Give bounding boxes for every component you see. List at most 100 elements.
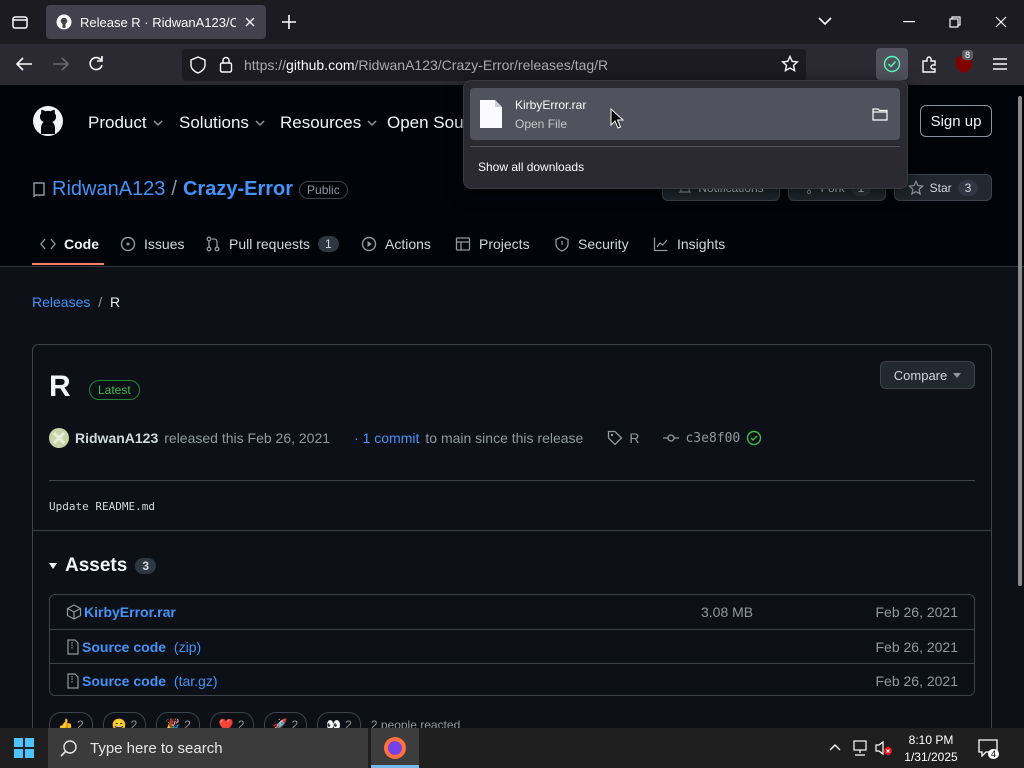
list-all-tabs-icon[interactable] bbox=[818, 16, 832, 26]
asset-date: Feb 26, 2021 bbox=[875, 604, 958, 620]
assets-toggle[interactable]: Assets 3 bbox=[49, 555, 157, 577]
pull-request-icon bbox=[205, 236, 221, 252]
close-window-icon[interactable] bbox=[995, 16, 1007, 28]
commit-sha[interactable]: c3e8f00 bbox=[685, 431, 740, 446]
minimize-icon[interactable] bbox=[903, 21, 915, 23]
code-icon bbox=[40, 238, 56, 250]
releases-link[interactable]: Releases bbox=[32, 294, 90, 310]
page-scrollbar[interactable] bbox=[1018, 96, 1022, 586]
tab-issues[interactable]: Issues bbox=[120, 236, 184, 252]
release-meta: RidwanA123 released this Feb 26, 2021 · … bbox=[49, 428, 762, 448]
commits-link[interactable]: · 1 commit bbox=[354, 430, 419, 446]
chevron-up-icon[interactable] bbox=[829, 743, 841, 751]
taskbar-search[interactable]: Type here to search bbox=[48, 728, 368, 768]
repo-title: RidwanA123 / Crazy-Error Public bbox=[32, 178, 348, 201]
release-author[interactable]: RidwanA123 bbox=[75, 430, 158, 446]
download-item[interactable] bbox=[470, 88, 900, 140]
released-text: released this Feb 26, 2021 bbox=[164, 430, 331, 446]
breadcrumb-current: R bbox=[110, 294, 121, 310]
forward-icon[interactable] bbox=[52, 56, 70, 72]
taskbar-firefox[interactable] bbox=[371, 728, 419, 768]
star-button[interactable]: Star 3 bbox=[894, 174, 992, 201]
assets-count: 3 bbox=[135, 558, 157, 574]
release-notes: Update README.md bbox=[49, 500, 155, 513]
sign-up-button[interactable]: Sign up bbox=[920, 105, 992, 137]
tab-security[interactable]: Security bbox=[554, 236, 629, 252]
close-tab-icon[interactable] bbox=[244, 16, 256, 28]
nav-solutions[interactable]: Solutions bbox=[179, 113, 265, 133]
new-tab-icon[interactable] bbox=[281, 14, 297, 30]
restore-icon[interactable] bbox=[949, 16, 961, 28]
divider bbox=[49, 480, 975, 481]
menu-hamburger-icon[interactable] bbox=[992, 57, 1008, 71]
mouse-cursor-icon bbox=[610, 108, 624, 130]
url-text[interactable]: https://github.com/RidwanA123/Crazy-Erro… bbox=[244, 57, 608, 73]
latest-badge: Latest bbox=[89, 380, 140, 400]
github-logo-icon[interactable] bbox=[32, 105, 64, 137]
taskbar-clock[interactable]: 8:10 PM 1/31/2025 bbox=[893, 732, 969, 766]
asset-size: 3.08 MB bbox=[701, 604, 754, 620]
assets-heading: Assets bbox=[65, 555, 128, 576]
network-icon[interactable] bbox=[851, 740, 869, 756]
chevron-down-icon bbox=[255, 119, 265, 127]
chevron-down-icon bbox=[367, 119, 377, 127]
assets-list: KirbyError.rar 3.08 MB Feb 26, 2021 Sour… bbox=[49, 594, 975, 696]
tab-code[interactable]: Code bbox=[40, 236, 99, 252]
nav-product[interactable]: Product bbox=[88, 113, 163, 133]
avatar[interactable] bbox=[49, 428, 69, 448]
download-file-name: KirbyError.rar bbox=[515, 98, 587, 112]
issue-icon bbox=[120, 236, 136, 252]
extension-badge: 8 bbox=[962, 50, 974, 60]
download-status: Open File bbox=[515, 117, 568, 131]
firefox-icon bbox=[384, 737, 406, 759]
back-icon[interactable] bbox=[15, 56, 33, 72]
asset-date: Feb 26, 2021 bbox=[875, 672, 958, 689]
repo-name-link[interactable]: Crazy-Error bbox=[183, 178, 293, 201]
extensions-puzzle-icon[interactable] bbox=[920, 55, 938, 73]
breadcrumb-separator: / bbox=[98, 294, 103, 310]
tab-list-icon[interactable] bbox=[10, 12, 30, 32]
chevron-down-icon bbox=[153, 119, 163, 127]
repo-icon bbox=[32, 181, 46, 198]
divider bbox=[470, 146, 900, 147]
file-zip-icon bbox=[66, 638, 80, 655]
tab-insights[interactable]: Insights bbox=[653, 236, 725, 252]
asset-link[interactable]: Source code (tar.gz) bbox=[66, 673, 218, 689]
active-tab-underline bbox=[32, 263, 104, 265]
list-item: Source code (tar.gz) Feb 26, 2021 bbox=[50, 663, 974, 697]
asset-link[interactable]: KirbyError.rar bbox=[66, 604, 176, 620]
check-circle-icon bbox=[746, 430, 762, 446]
table-icon bbox=[455, 236, 471, 252]
windows-start-icon[interactable] bbox=[14, 738, 34, 758]
play-circle-icon bbox=[361, 236, 377, 252]
tab-projects[interactable]: Projects bbox=[455, 236, 530, 252]
clock-date: 1/31/2025 bbox=[904, 750, 958, 764]
lock-icon[interactable] bbox=[219, 56, 233, 73]
reload-icon[interactable] bbox=[87, 55, 105, 73]
tab-title: Release R · RidwanA123/Crazy-Error bbox=[80, 14, 236, 30]
show-in-folder-icon[interactable] bbox=[872, 107, 888, 121]
nav-resources[interactable]: Resources bbox=[280, 113, 377, 133]
github-favicon-icon bbox=[56, 14, 72, 30]
release-title: R bbox=[49, 370, 71, 403]
tab-actions[interactable]: Actions bbox=[361, 236, 431, 252]
downloads-button[interactable] bbox=[876, 48, 908, 80]
tracking-protection-icon[interactable] bbox=[190, 56, 206, 74]
caret-down-icon bbox=[953, 372, 962, 378]
compare-dropdown[interactable]: Compare bbox=[880, 361, 975, 389]
browser-tab[interactable]: Release R · RidwanA123/Crazy-Error bbox=[46, 5, 266, 39]
tab-pull-requests[interactable]: Pull requests 1 bbox=[205, 236, 339, 252]
asset-date: Feb 26, 2021 bbox=[875, 638, 958, 655]
tag-name[interactable]: R bbox=[629, 430, 639, 446]
commit-icon bbox=[663, 433, 680, 443]
commits-suffix: to main since this release bbox=[425, 430, 584, 446]
asset-link[interactable]: Source code (zip) bbox=[66, 639, 201, 655]
repo-owner-link[interactable]: RidwanA123 bbox=[52, 178, 165, 201]
volume-muted-icon[interactable] bbox=[875, 740, 893, 756]
breadcrumb: Releases / R bbox=[32, 294, 120, 310]
list-item: Source code (zip) Feb 26, 2021 bbox=[50, 629, 974, 663]
bookmark-star-icon[interactable] bbox=[781, 55, 799, 73]
tag-icon bbox=[607, 430, 623, 446]
show-all-downloads-link[interactable]: Show all downloads bbox=[478, 160, 584, 174]
notification-count-badge: 4 bbox=[988, 749, 1000, 759]
